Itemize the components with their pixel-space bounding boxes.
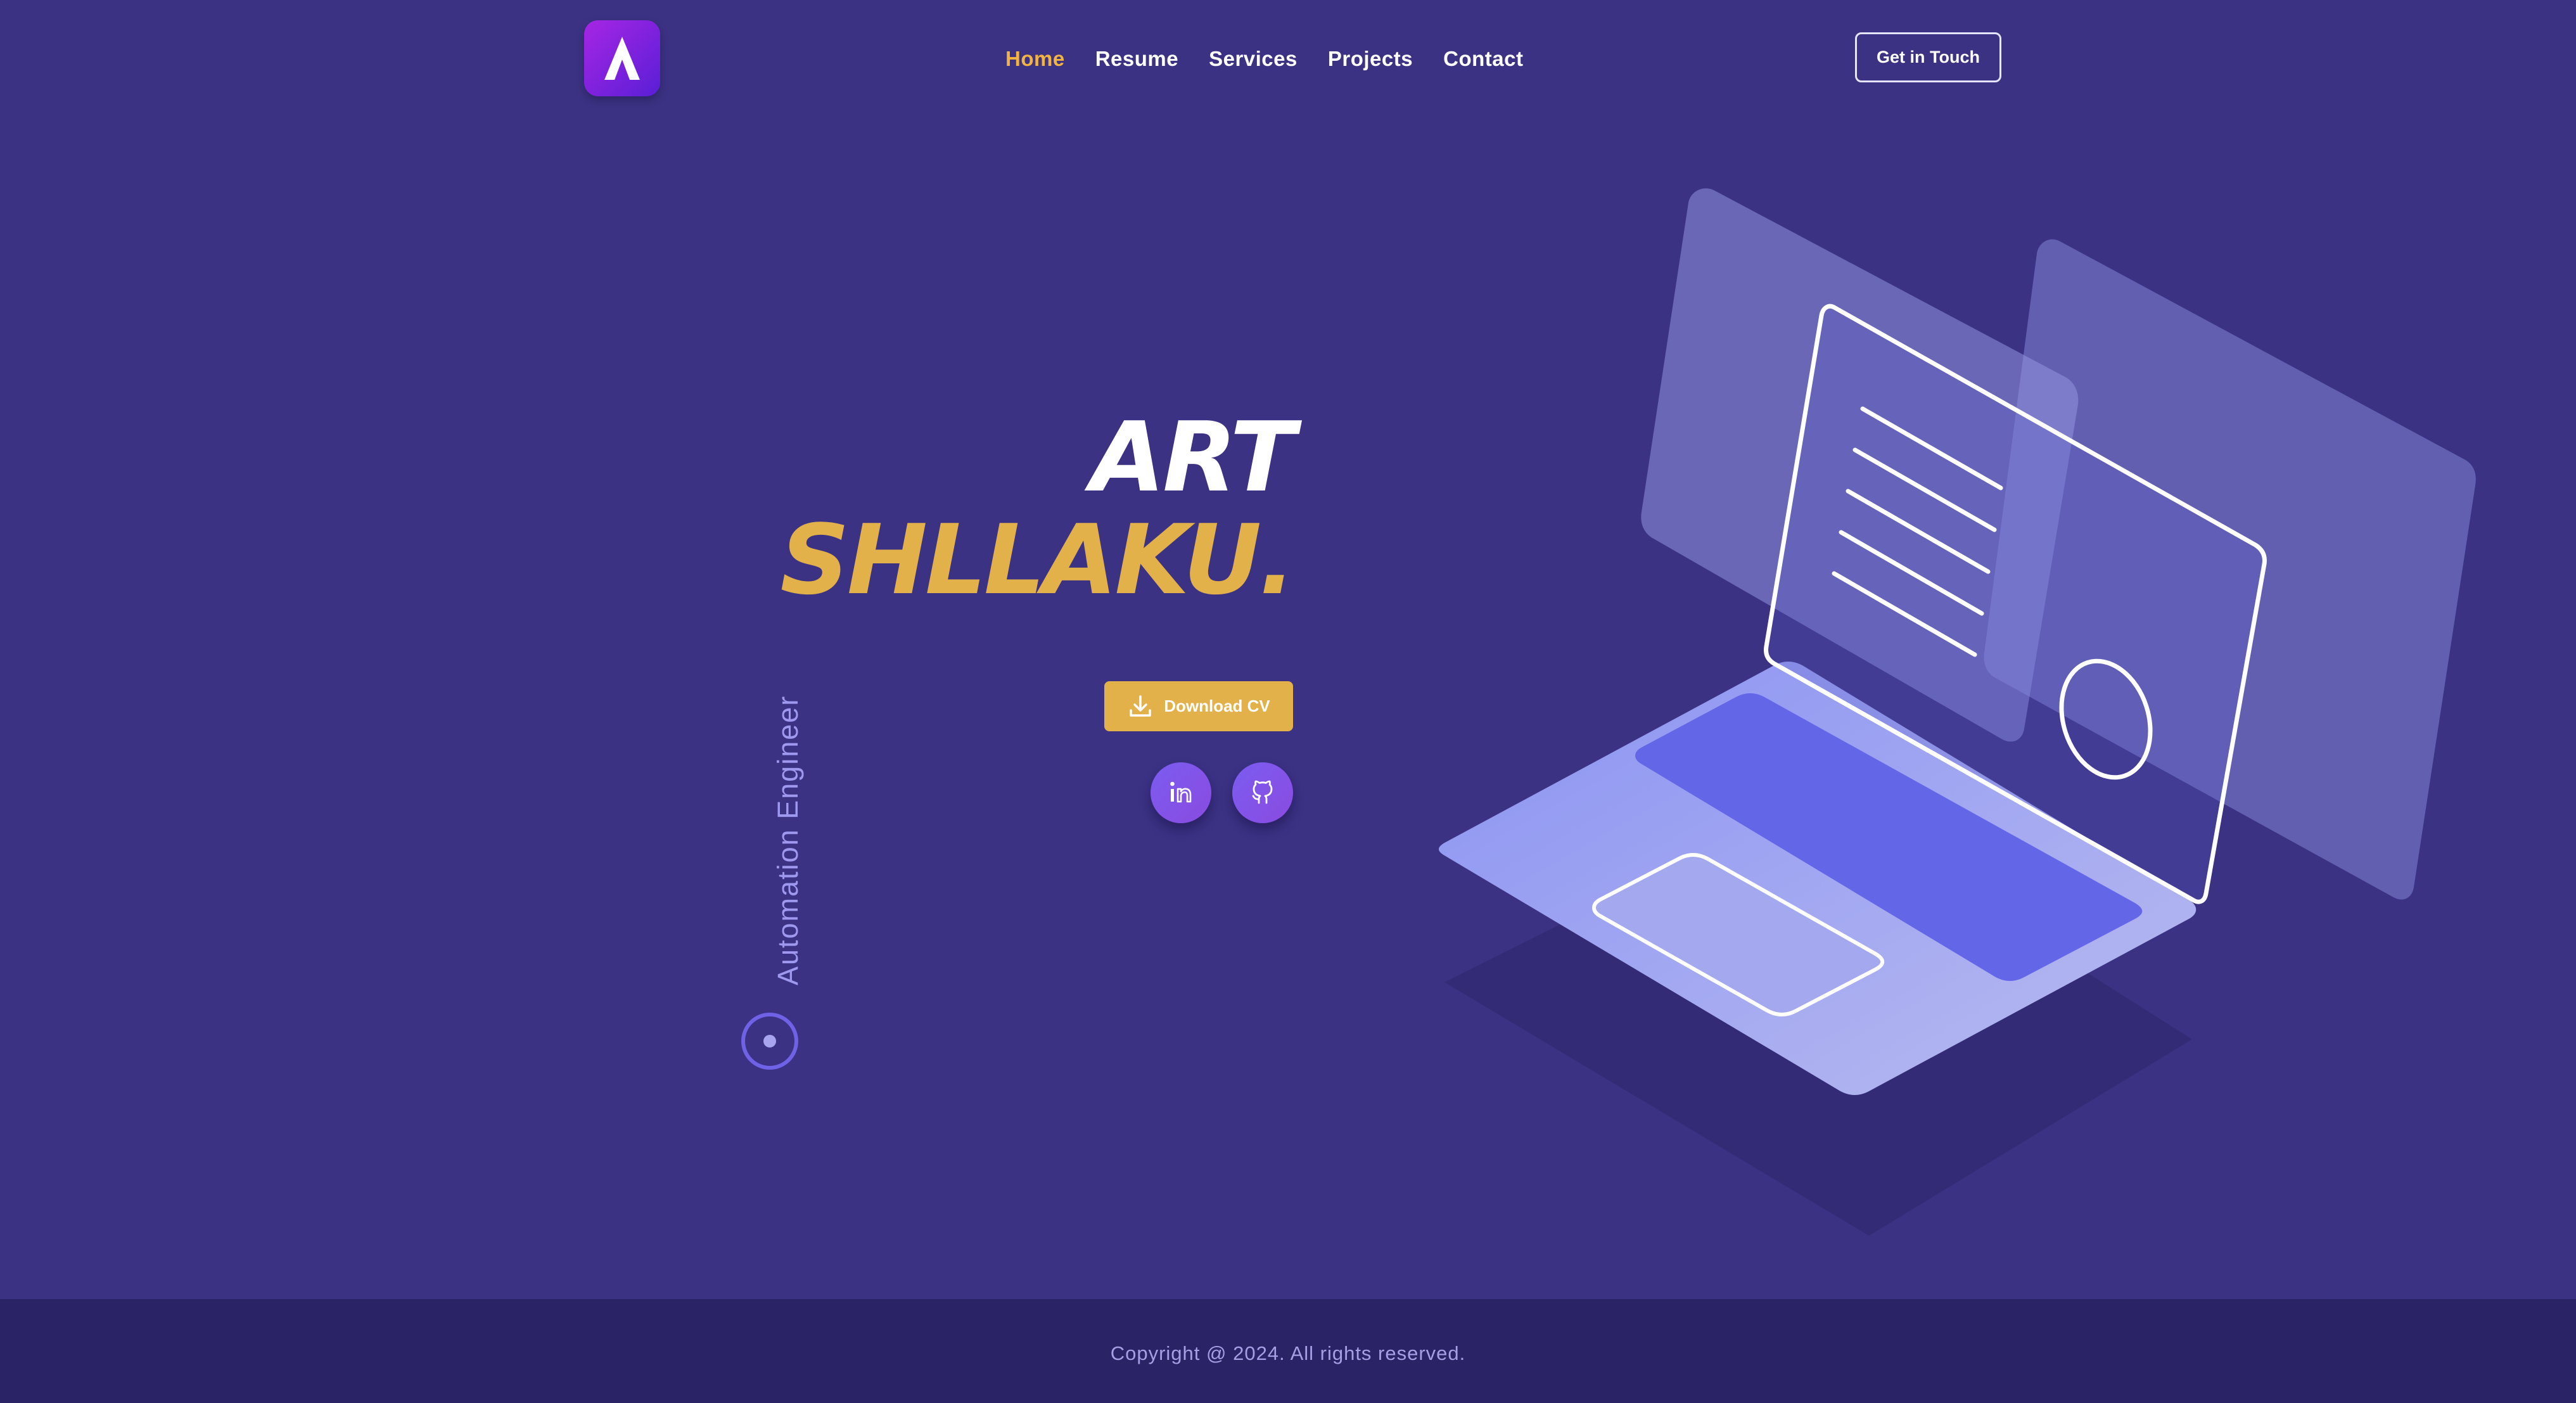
get-in-touch-button[interactable]: Get in Touch — [1855, 32, 2001, 82]
logo-mark-icon — [604, 37, 640, 80]
linkedin-icon — [1170, 781, 1192, 803]
main-nav: Home Resume Services Projects Contact — [1005, 43, 1523, 75]
scroll-dot — [763, 1035, 776, 1047]
nav-services[interactable]: Services — [1209, 43, 1298, 75]
github-button[interactable] — [1232, 762, 1293, 823]
nav-projects[interactable]: Projects — [1328, 43, 1413, 75]
hero-last-name: SHLLAKU. — [780, 504, 1296, 616]
copyright-text: Copyright @ 2024. All rights reserved. — [1110, 1342, 1466, 1364]
nav-contact[interactable]: Contact — [1443, 43, 1523, 75]
download-cv-button[interactable]: Download CV — [1104, 681, 1293, 731]
hero-first-name: ART — [1090, 401, 1296, 513]
logo[interactable] — [584, 20, 660, 96]
download-cv-label: Download CV — [1164, 696, 1270, 715]
laptop-illustration — [1439, 188, 2476, 1236]
download-icon — [1130, 695, 1151, 717]
linkedin-button[interactable] — [1151, 762, 1211, 823]
role-label: Automation Engineer — [772, 695, 804, 985]
nav-home[interactable]: Home — [1005, 43, 1065, 75]
github-icon — [1252, 780, 1273, 804]
scroll-indicator[interactable] — [741, 1013, 798, 1070]
nav-resume[interactable]: Resume — [1095, 43, 1178, 75]
